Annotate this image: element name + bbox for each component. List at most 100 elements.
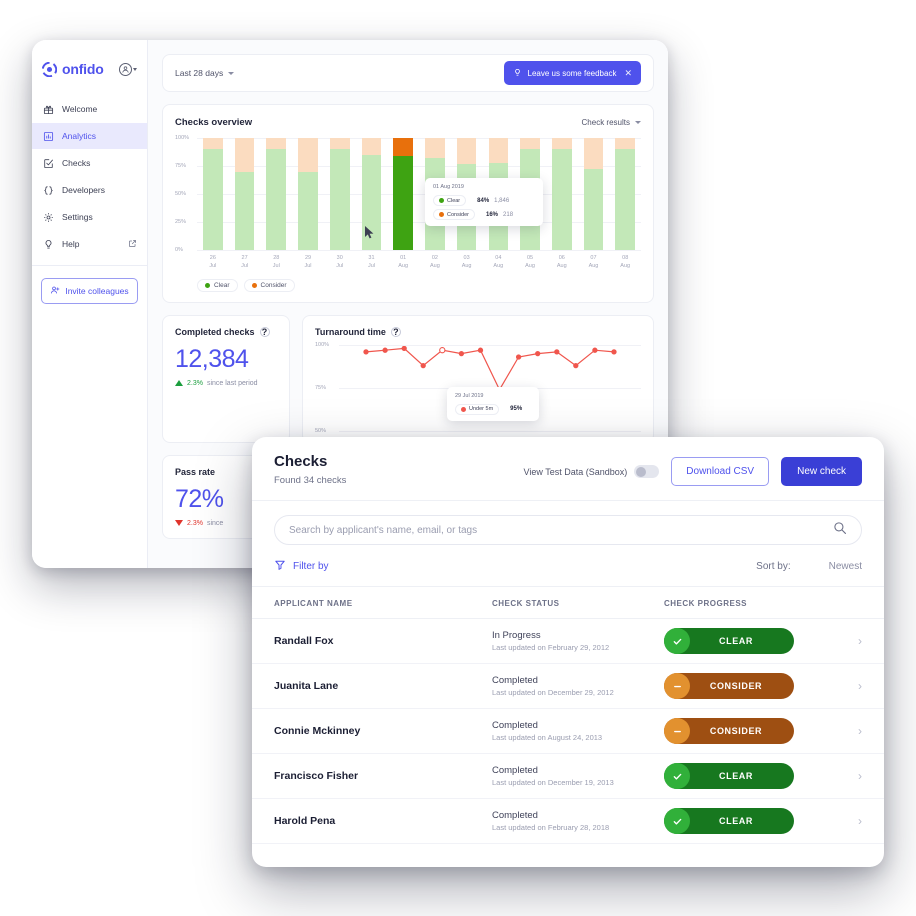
tooltip-series-pill: Consider [433, 209, 476, 220]
delta-suffix: since [206, 519, 224, 527]
chevron-down-icon [635, 121, 641, 124]
search-icon[interactable] [833, 521, 847, 540]
chart-bar[interactable] [292, 138, 324, 250]
tooltip-row: Under 5m 95% [455, 403, 531, 415]
last-updated: Last updated on February 29, 2012 [492, 643, 610, 652]
cell-check-progress: CONSIDER [664, 718, 836, 744]
x-axis-tick: 05 Aug [525, 255, 535, 270]
turnaround-title: Turnaround time [315, 326, 386, 337]
sort-by-value[interactable]: Newest [829, 561, 862, 572]
x-axis-tick: 06 Aug [556, 255, 567, 270]
x-axis-tick: 03 Aug [461, 255, 472, 270]
status-badge[interactable]: CONSIDER [664, 718, 794, 744]
legend-label: Consider [260, 281, 287, 289]
cell-applicant-name: Juanita Lane [274, 680, 492, 692]
x-axis-tick: 29 Jul [304, 255, 312, 270]
column-header-check-progress: CHECK PROGRESS [664, 599, 748, 608]
bar-chart-icon [42, 131, 54, 142]
close-icon[interactable]: ✕ [624, 68, 632, 79]
sidebar-header: onfido [32, 50, 147, 84]
invite-colleagues-button[interactable]: Invite colleagues [41, 278, 138, 304]
bar-segment-consider [583, 138, 604, 170]
status-badge[interactable]: CONSIDER [664, 673, 794, 699]
cell-check-progress: CLEAR [664, 763, 836, 789]
chart-bar[interactable] [387, 138, 419, 250]
download-csv-button[interactable]: Download CSV [671, 457, 770, 486]
chart-bar[interactable] [609, 138, 641, 250]
chevron-down-icon [228, 71, 235, 75]
checks-overview-header: Checks overview Check results [175, 117, 641, 128]
legend-item[interactable]: Consider [243, 278, 295, 292]
chart-bar[interactable] [578, 138, 610, 250]
row-chevron-right-icon[interactable]: › [836, 634, 862, 648]
last-updated: Last updated on December 19, 2013 [492, 778, 614, 787]
bar-segment-consider [203, 138, 223, 150]
date-range-label: Last 28 days [175, 68, 224, 78]
mouse-cursor-icon [365, 226, 374, 239]
x-axis-tick: 30 Jul [336, 255, 344, 270]
sandbox-toggle[interactable] [634, 465, 660, 478]
date-range-dropdown[interactable]: Last 28 days [175, 68, 235, 78]
delta-suffix: since last period [206, 379, 258, 387]
tooltip-series-label: Clear [447, 197, 461, 204]
table-row[interactable]: Connie Mckinney Completed Last updated on … [252, 709, 884, 754]
help-icon[interactable]: ? [259, 326, 270, 337]
check-status: In Progress [492, 630, 541, 641]
row-chevron-right-icon[interactable]: › [836, 724, 862, 738]
search-box[interactable]: Search by applicant's name, email, or ta… [274, 515, 862, 545]
bar-segment-clear [329, 149, 350, 250]
sidebar-item-help[interactable]: Help [32, 231, 147, 257]
y-axis-tick: 50% [315, 427, 327, 434]
chart-bar[interactable] [260, 138, 292, 250]
checks-overview-chart: 0% 25% 50% 75% 100% 01 Aug 2019 Clear 84% 1,84… [175, 135, 641, 253]
sidebar-item-analytics[interactable]: Analytics [32, 123, 147, 149]
account-menu-button[interactable] [119, 62, 137, 76]
filter-by-button[interactable]: Filter by [274, 559, 329, 574]
x-axis-tick: 26 Jul [209, 255, 217, 270]
turnaround-chart: 50% 75% 100% 29 Jul 2019 Under 5m 95% [315, 342, 641, 434]
sort-group: Sort by: Newest [756, 561, 862, 572]
column-header-spacer [836, 599, 862, 608]
check-icon [664, 628, 690, 654]
help-icon[interactable]: ? [390, 326, 401, 337]
filter-by-label: Filter by [293, 561, 329, 572]
bar-segment-clear [393, 155, 413, 250]
sandbox-toggle-group[interactable]: View Test Data (Sandbox) [524, 465, 660, 478]
row-chevron-right-icon[interactable]: › [836, 769, 862, 783]
table-row[interactable]: Juanita Lane Completed Last updated on Dec… [252, 664, 884, 709]
sidebar: onfido Welcome Analytics Checks Develope… [32, 40, 148, 568]
bar-segment-consider [361, 138, 382, 155]
cell-check-status: Completed Last updated on December 29, 20… [492, 675, 664, 697]
new-check-button[interactable]: New check [781, 457, 862, 486]
last-updated: Last updated on August 24, 2013 [492, 733, 603, 742]
sidebar-item-checks[interactable]: Checks [32, 150, 147, 176]
stats-row: Completed checks ? 12,384 2.3% since las… [162, 314, 654, 443]
feedback-banner-button[interactable]: Leave us some feedback ✕ [503, 61, 641, 85]
check-icon [664, 808, 690, 834]
status-badge[interactable]: CLEAR [664, 808, 794, 834]
sidebar-item-settings[interactable]: Settings [32, 204, 147, 230]
sidebar-item-developers[interactable]: Developers [32, 177, 147, 203]
cell-applicant-name: Connie Mckinney [274, 725, 492, 737]
check-results-dropdown[interactable]: Check results [582, 118, 641, 127]
sidebar-item-label: Help [62, 239, 80, 249]
brand-logo[interactable]: onfido [41, 61, 104, 77]
table-row[interactable]: Francisco Fisher Completed Last updated on… [252, 754, 884, 799]
row-chevron-right-icon[interactable]: › [836, 679, 862, 693]
applicant-name: Francisco Fisher [274, 770, 359, 782]
table-row[interactable]: Harold Pena Completed Last updated on Febr… [252, 799, 884, 844]
chart-bar[interactable] [197, 138, 229, 250]
status-badge[interactable]: CLEAR [664, 628, 794, 654]
chart-bar[interactable] [324, 138, 356, 250]
chart-bar[interactable] [546, 138, 578, 250]
table-row[interactable]: Randall Fox In Progress Last updated on Fe… [252, 619, 884, 664]
legend-item[interactable]: Clear [197, 278, 238, 292]
status-badge[interactable]: CLEAR [664, 763, 794, 789]
search-section: Search by applicant's name, email, or ta… [252, 501, 884, 555]
sidebar-nav: Welcome Analytics Checks Developers Sett… [32, 96, 147, 257]
chart-bar[interactable] [229, 138, 261, 250]
bar-segment-clear [551, 149, 572, 250]
row-chevron-right-icon[interactable]: › [836, 814, 862, 828]
sidebar-item-welcome[interactable]: Welcome [32, 96, 147, 122]
minus-icon [664, 718, 690, 744]
